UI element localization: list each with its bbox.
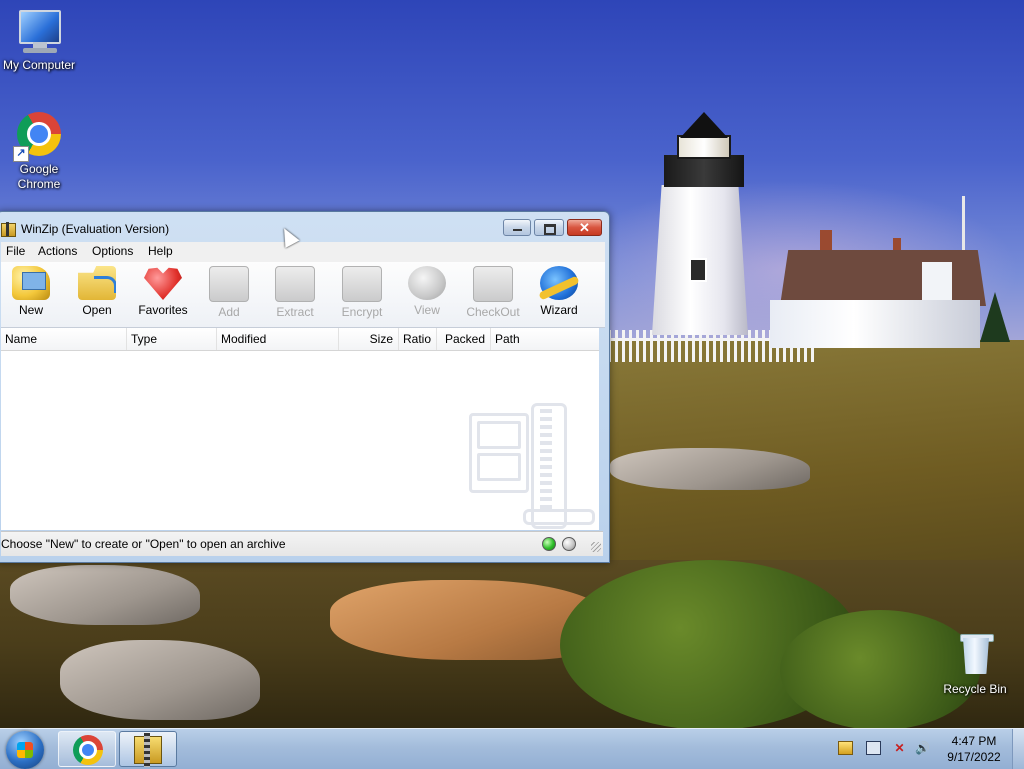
open-button[interactable]: Open (66, 266, 128, 317)
add-files-icon (209, 266, 249, 302)
shortcut-arrow-icon: ↗ (13, 146, 29, 162)
winzip-watermark-icon (467, 403, 595, 529)
favorites-button-label: Favorites (138, 303, 188, 317)
action-center-icon[interactable] (838, 741, 853, 755)
open-button-label: Open (82, 303, 112, 317)
close-icon: ✕ (579, 220, 590, 235)
desktop-icon-label: My Computer (2, 58, 76, 72)
clock-time: 4:47 PM (951, 734, 997, 748)
extract-button-label: Extract (276, 305, 314, 319)
extract-button[interactable]: Extract (264, 266, 326, 319)
lighthouse-window (689, 258, 707, 282)
taskbar: ✕ 🔊 4:47 PM 9/17/2022 (0, 728, 1024, 769)
lighthouse-cap (680, 112, 728, 138)
encrypt-button[interactable]: Encrypt (331, 266, 393, 319)
menu-file[interactable]: File (3, 244, 28, 258)
column-packed[interactable]: Packed (437, 328, 491, 350)
new-button[interactable]: New (0, 266, 62, 317)
favorites-button[interactable]: Favorites (132, 266, 194, 317)
new-button-label: New (18, 303, 43, 317)
clock-date: 9/17/2022 (947, 750, 1001, 764)
wizard-button[interactable]: Wizard (528, 266, 590, 317)
window-title: WinZip (Evaluation Version) (21, 222, 170, 236)
desktop-icon-label: Google Chrome (17, 162, 61, 191)
open-folder-icon (78, 266, 116, 300)
winzip-icon (134, 733, 162, 767)
rock (10, 565, 200, 625)
desktop-icon-google-chrome[interactable]: ↗ Google Chrome (0, 112, 79, 192)
computer-icon (15, 8, 63, 56)
windows-logo-icon (17, 742, 33, 758)
view-glasses-icon (408, 266, 446, 300)
add-button[interactable]: Add (198, 266, 260, 319)
wizard-globe-icon (540, 266, 578, 300)
status-grey-led-icon (562, 537, 576, 551)
house (770, 300, 980, 348)
winzip-window: WinZip (Evaluation Version) ✕ File Actio… (0, 211, 610, 563)
wizard-button-label: Wizard (540, 303, 578, 317)
column-name[interactable]: Name (1, 328, 127, 350)
house-dormer (922, 262, 952, 300)
desktop-icon-label: Recycle Bin (943, 682, 1007, 696)
column-size[interactable]: Size (339, 328, 399, 350)
lock-icon (342, 266, 382, 302)
house-roof (780, 250, 986, 306)
start-button[interactable] (6, 731, 44, 769)
status-green-led-icon (542, 537, 556, 551)
file-list[interactable] (1, 351, 599, 530)
checkout-button-label: CheckOut (466, 305, 520, 319)
extract-icon (275, 266, 315, 302)
show-desktop-button[interactable] (1012, 729, 1024, 769)
recycle-bin-icon (951, 632, 999, 680)
view-button-label: View (414, 303, 440, 317)
lighthouse-lantern (677, 135, 731, 159)
column-type[interactable]: Type (127, 328, 217, 350)
encrypt-button-label: Encrypt (341, 305, 383, 319)
clock[interactable]: 4:47 PM 9/17/2022 (946, 733, 1002, 765)
new-archive-icon (12, 266, 50, 300)
rock (610, 448, 810, 490)
toolbar: New Open Favorites Add Extract Encrypt V… (1, 262, 605, 328)
column-path[interactable]: Path (491, 328, 599, 350)
chrome-icon (73, 735, 103, 765)
taskbar-app-chrome[interactable] (58, 731, 116, 767)
power-icon[interactable]: ✕ (892, 741, 907, 755)
column-header: Name Type Modified Size Ratio Packed Pat… (1, 328, 599, 351)
checkout-icon (473, 266, 513, 302)
lighthouse-gallery (664, 155, 744, 187)
view-button[interactable]: View (396, 266, 458, 317)
menu-options[interactable]: Options (89, 244, 136, 258)
minimize-icon (513, 229, 522, 231)
status-text: Choose "New" to create or "Open" to open… (1, 537, 286, 551)
column-ratio[interactable]: Ratio (399, 328, 437, 350)
network-icon[interactable] (866, 741, 881, 755)
desktop-icon-recycle-bin[interactable]: Recycle Bin (935, 632, 1015, 697)
heart-icon (144, 267, 182, 300)
status-bar: Choose "New" to create or "Open" to open… (1, 531, 603, 556)
column-modified[interactable]: Modified (217, 328, 339, 350)
add-button-label: Add (218, 305, 240, 319)
minimize-button[interactable] (503, 219, 531, 236)
window-titlebar[interactable]: WinZip (Evaluation Version) ✕ (0, 212, 609, 244)
resize-grip[interactable] (591, 542, 601, 552)
checkout-button[interactable]: CheckOut (462, 266, 524, 319)
desktop-icon-my-computer[interactable]: My Computer (0, 8, 79, 73)
menu-help[interactable]: Help (145, 244, 176, 258)
menu-actions[interactable]: Actions (35, 244, 80, 258)
maximize-icon (544, 224, 556, 235)
maximize-button[interactable] (534, 219, 564, 236)
close-button[interactable]: ✕ (567, 219, 602, 236)
taskbar-app-winzip[interactable] (119, 731, 177, 767)
rock (60, 640, 260, 720)
menu-bar: File Actions Options Help (1, 242, 605, 262)
chrome-icon: ↗ (13, 112, 63, 162)
volume-icon[interactable]: 🔊 (915, 741, 930, 755)
winzip-app-icon[interactable] (1, 222, 16, 237)
